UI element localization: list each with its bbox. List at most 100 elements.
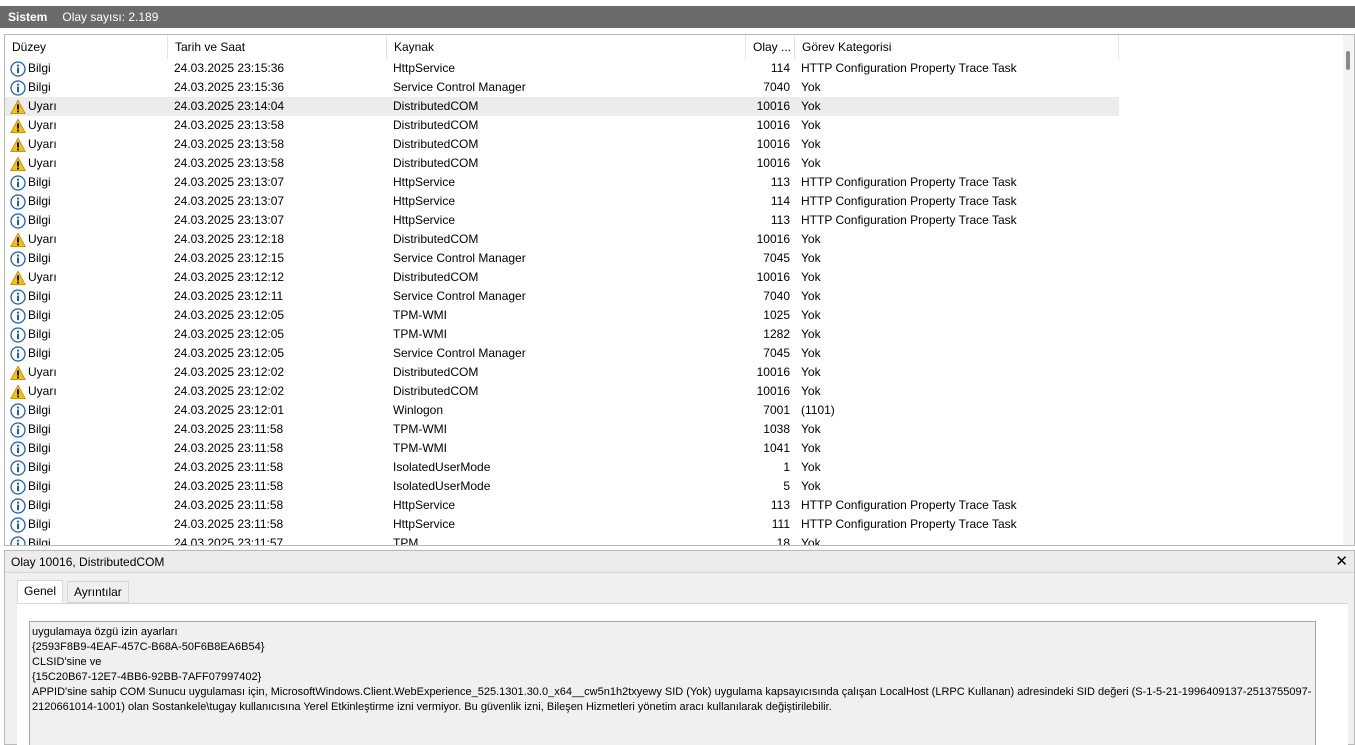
level-cell: Bilgi <box>10 401 168 420</box>
event-id-cell: 7045 <box>763 251 790 265</box>
datetime-cell: 24.03.2025 23:11:58 <box>174 517 284 531</box>
category-cell: Yok <box>801 270 821 284</box>
event-id-cell: 10016 <box>756 137 790 151</box>
datetime-cell: 24.03.2025 23:12:05 <box>174 308 285 322</box>
scrollbar-thumb[interactable] <box>1346 51 1350 70</box>
tab-general[interactable]: Genel <box>17 580 64 603</box>
info-icon <box>10 516 26 533</box>
table-row[interactable]: Uyarı 24.03.2025 23:12:18 DistributedCOM 10… <box>5 230 1119 249</box>
event-id-cell: 1282 <box>763 327 790 341</box>
table-row[interactable]: Bilgi 24.03.2025 23:13:07 HttpService 113 HT… <box>5 173 1119 192</box>
level-cell: Uyarı <box>10 382 168 401</box>
source-cell: IsolatedUserMode <box>393 460 491 474</box>
message-line: {2593F8B9-4EAF-457C-B68A-50F6B8EA6B54} <box>32 641 265 653</box>
source-cell: TPM-WMI <box>393 422 447 436</box>
event-id-cell: 10016 <box>756 118 790 132</box>
column-header-category[interactable]: Görev Kategorisi <box>795 35 1119 59</box>
table-row[interactable]: Uyarı 24.03.2025 23:13:58 DistributedCOM 10… <box>5 116 1119 135</box>
event-id-cell: 111 <box>771 517 790 531</box>
table-row[interactable]: Bilgi 24.03.2025 23:11:58 IsolatedUserMode… <box>5 477 1119 496</box>
level-cell: Bilgi <box>10 439 168 458</box>
table-row[interactable]: Uyarı 24.03.2025 23:12:12 DistributedCOM 10… <box>5 268 1119 287</box>
level-cell: Bilgi <box>10 515 168 534</box>
info-icon <box>10 497 26 514</box>
level-cell: Bilgi <box>10 477 168 496</box>
level-cell: Uyarı <box>10 97 168 116</box>
level-cell: Uyarı <box>10 154 168 173</box>
info-icon <box>10 250 26 267</box>
level-label: Bilgi <box>28 251 51 265</box>
table-row[interactable]: Bilgi 24.03.2025 23:13:07 HttpService 113 HT… <box>5 211 1119 230</box>
table-row[interactable]: Bilgi 24.03.2025 23:11:58 IsolatedUserMode… <box>5 458 1119 477</box>
level-cell: Bilgi <box>10 249 168 268</box>
table-row[interactable]: Uyarı 24.03.2025 23:13:58 DistributedCOM 10… <box>5 154 1119 173</box>
source-cell: DistributedCOM <box>393 270 479 284</box>
level-label: Uyarı <box>28 270 57 284</box>
table-row[interactable]: Bilgi 24.03.2025 23:11:58 TPM-WMI 1038 Yok <box>5 420 1119 439</box>
table-row[interactable]: Uyarı 24.03.2025 23:14:04 DistributedCOM 10… <box>5 97 1119 116</box>
table-row[interactable]: Bilgi 24.03.2025 23:12:15 Service Control … <box>5 249 1119 268</box>
info-icon <box>10 345 26 362</box>
warning-icon <box>10 231 26 248</box>
table-row[interactable]: Bilgi 24.03.2025 23:12:05 TPM-WMI 1025 Yok <box>5 306 1119 325</box>
event-id-cell: 10016 <box>756 270 790 284</box>
table-row[interactable]: Uyarı 24.03.2025 23:13:58 DistributedCOM 10… <box>5 135 1119 154</box>
category-cell: Yok <box>801 251 821 265</box>
column-header-source[interactable]: Kaynak <box>387 35 746 59</box>
close-icon[interactable]: ✕ <box>1335 552 1348 570</box>
event-list[interactable]: Düzey Tarih ve Saat Kaynak Olay ... Göre… <box>4 34 1355 546</box>
log-title-bar: Sistem Olay sayısı: 2.189 <box>0 6 1355 28</box>
event-message[interactable]: uygulamaya özgü izin ayarları {2593F8B9-… <box>29 621 1316 745</box>
category-cell: Yok <box>801 232 821 246</box>
column-header-event-id[interactable]: Olay ... <box>746 35 795 59</box>
category-cell: HTTP Configuration Property Trace Task <box>801 498 1017 512</box>
level-cell: Bilgi <box>10 420 168 439</box>
table-row[interactable]: Uyarı 24.03.2025 23:12:02 DistributedCOM 10… <box>5 363 1119 382</box>
table-row[interactable]: Bilgi 24.03.2025 23:15:36 HttpService 114 HT… <box>5 59 1119 78</box>
vertical-scrollbar[interactable] <box>1343 35 1354 545</box>
table-row[interactable]: Bilgi 24.03.2025 23:11:57 TPM 18 Yok <box>5 534 1119 546</box>
table-row[interactable]: Bilgi 24.03.2025 23:12:11 Service Control … <box>5 287 1119 306</box>
table-row[interactable]: Bilgi 24.03.2025 23:13:07 HttpService 114 HT… <box>5 192 1119 211</box>
category-cell: HTTP Configuration Property Trace Task <box>801 194 1017 208</box>
event-id-cell: 18 <box>776 536 790 546</box>
source-cell: Service Control Manager <box>393 80 526 94</box>
warning-icon <box>10 383 26 400</box>
info-icon <box>10 174 26 191</box>
table-row[interactable]: Bilgi 24.03.2025 23:11:58 HttpService 111 HT… <box>5 515 1119 534</box>
event-id-cell: 7040 <box>763 289 790 303</box>
table-row[interactable]: Bilgi 24.03.2025 23:12:01 Winlogon 7001 (110… <box>5 401 1119 420</box>
level-cell: Uyarı <box>10 116 168 135</box>
table-row[interactable]: Bilgi 24.03.2025 23:11:58 TPM-WMI 1041 Yok <box>5 439 1119 458</box>
event-id-cell: 10016 <box>756 232 790 246</box>
level-cell: Bilgi <box>10 344 168 363</box>
source-cell: Service Control Manager <box>393 251 526 265</box>
level-label: Bilgi <box>28 61 51 75</box>
column-header-datetime[interactable]: Tarih ve Saat <box>168 35 387 59</box>
level-cell: Bilgi <box>10 192 168 211</box>
table-row[interactable]: Bilgi 24.03.2025 23:12:05 Service Control … <box>5 344 1119 363</box>
table-row[interactable]: Bilgi 24.03.2025 23:12:05 TPM-WMI 1282 Yok <box>5 325 1119 344</box>
event-id-cell: 1025 <box>763 308 790 322</box>
datetime-cell: 24.03.2025 23:13:58 <box>174 137 285 151</box>
level-label: Bilgi <box>28 327 51 341</box>
datetime-cell: 24.03.2025 23:12:12 <box>174 270 285 284</box>
level-cell: Bilgi <box>10 306 168 325</box>
table-row[interactable]: Bilgi 24.03.2025 23:15:36 Service Control … <box>5 78 1119 97</box>
source-cell: Winlogon <box>393 403 444 417</box>
source-cell: DistributedCOM <box>393 384 479 398</box>
category-cell: HTTP Configuration Property Trace Task <box>801 517 1017 531</box>
level-label: Bilgi <box>28 536 51 546</box>
source-cell: TPM-WMI <box>393 308 447 322</box>
tab-details[interactable]: Ayrıntılar <box>67 581 129 603</box>
category-cell: Yok <box>801 346 821 360</box>
datetime-cell: 24.03.2025 23:11:58 <box>174 422 284 436</box>
category-cell: Yok <box>801 289 821 303</box>
column-header-level[interactable]: Düzey <box>5 35 168 59</box>
table-row[interactable]: Bilgi 24.03.2025 23:11:58 HttpService 113 HT… <box>5 496 1119 515</box>
level-label: Uyarı <box>28 137 57 151</box>
event-id-cell: 10016 <box>756 384 790 398</box>
datetime-cell: 24.03.2025 23:11:58 <box>174 441 284 455</box>
table-row[interactable]: Uyarı 24.03.2025 23:12:02 DistributedCOM 10… <box>5 382 1119 401</box>
level-label: Uyarı <box>28 232 57 246</box>
